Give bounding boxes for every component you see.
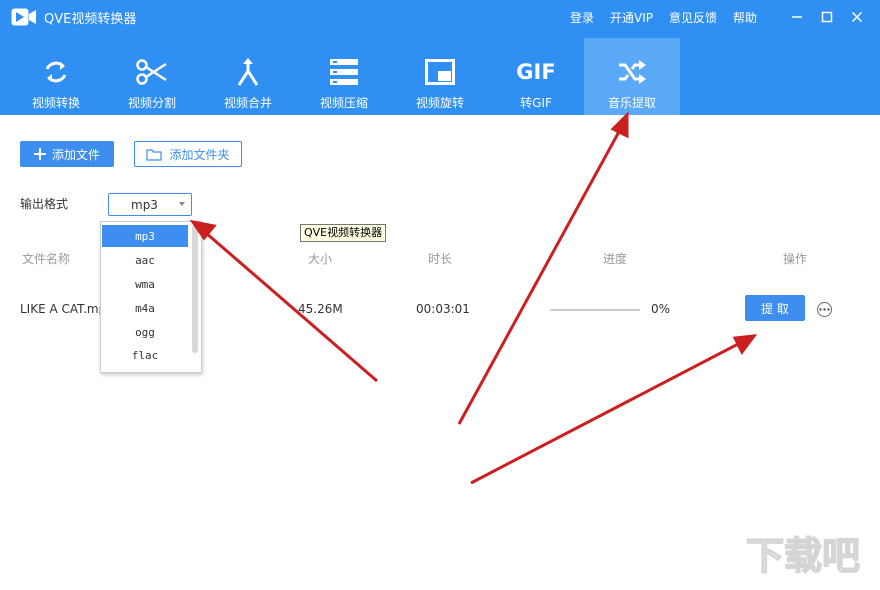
tooltip: QVE视频转换器 <box>300 224 387 242</box>
app-logo-icon <box>11 8 36 26</box>
tab-to-gif[interactable]: GIF 转GIF <box>488 38 584 115</box>
plus-icon <box>33 148 46 160</box>
shuffle-icon <box>619 60 646 84</box>
tab-label: 视频分割 <box>127 96 176 110</box>
add-file-label: 添加文件 <box>51 147 100 162</box>
tab-label: 视频压缩 <box>319 96 368 110</box>
tab-label: 视频转换 <box>31 96 80 110</box>
minimize-button[interactable] <box>782 6 812 28</box>
top-links: 登录 开通VIP 意见反馈 帮助 <box>570 9 773 26</box>
more-options-button[interactable] <box>817 302 832 317</box>
close-button[interactable] <box>842 6 872 28</box>
add-folder-button[interactable]: 添加文件夹 <box>134 141 242 167</box>
column-header-size: 大小 <box>308 252 333 266</box>
tab-video-compress[interactable]: 视频压缩 <box>296 38 392 115</box>
feedback-link[interactable]: 意见反馈 <box>669 9 717 26</box>
format-option-ogg[interactable]: ogg <box>102 321 188 343</box>
output-format-select[interactable]: mp3 <box>108 193 192 216</box>
help-link[interactable]: 帮助 <box>733 9 757 26</box>
format-option-mp3[interactable]: mp3 <box>102 225 188 247</box>
scissors-icon <box>136 59 167 85</box>
format-dropdown-list: mp3 aac wma m4a ogg flac <box>100 221 202 373</box>
window-controls <box>782 6 872 28</box>
maximize-icon <box>821 11 833 23</box>
file-name: LIKE A CAT.mp <box>20 302 107 316</box>
chevron-down-icon <box>179 202 185 206</box>
tab-video-rotate[interactable]: 视频旋转 <box>392 38 488 115</box>
more-icon <box>819 308 830 311</box>
column-header-action: 操作 <box>783 252 808 266</box>
vip-link[interactable]: 开通VIP <box>610 9 653 26</box>
title-bar: QVE视频转换器 登录 开通VIP 意见反馈 帮助 <box>0 0 880 34</box>
tab-label: 视频合并 <box>223 96 272 110</box>
maximize-button[interactable] <box>812 6 842 28</box>
add-folder-label: 添加文件夹 <box>169 147 230 162</box>
annotation-arrow <box>457 111 629 425</box>
tab-video-merge[interactable]: 视频合并 <box>200 38 296 115</box>
annotation-arrow <box>470 334 758 485</box>
tab-video-split[interactable]: 视频分割 <box>104 38 200 115</box>
svg-text:下载吧: 下载吧 <box>746 534 860 578</box>
output-format-label: 输出格式 <box>20 197 69 211</box>
compress-icon <box>330 59 358 85</box>
rotate-icon <box>425 59 455 85</box>
feature-tabs: 视频转换 视频分割 视频合并 视频压缩 视频旋转 GIF 转GIF 音乐提取 <box>8 38 680 115</box>
tab-label: 视频旋转 <box>415 96 464 110</box>
close-icon <box>851 11 863 23</box>
column-header-duration: 时长 <box>428 252 453 266</box>
tab-label: 转GIF <box>520 96 552 110</box>
column-header-name: 文件名称 <box>22 252 71 266</box>
tab-video-convert[interactable]: 视频转换 <box>8 38 104 115</box>
tab-label: 音乐提取 <box>607 96 656 110</box>
format-option-flac[interactable]: flac <box>102 344 188 366</box>
format-selected-value: mp3 <box>131 198 158 212</box>
gif-icon: GIF <box>516 60 556 84</box>
format-option-aac[interactable]: aac <box>102 249 188 271</box>
tab-music-extract[interactable]: 音乐提取 <box>584 38 680 115</box>
app-title: QVE视频转换器 <box>44 12 137 27</box>
file-duration: 00:03:01 <box>416 302 470 316</box>
progress-percent: 0% <box>651 302 671 316</box>
format-option-m4a[interactable]: m4a <box>102 297 188 319</box>
dropdown-scrollbar[interactable] <box>192 225 198 353</box>
format-option-wma[interactable]: wma <box>102 273 188 295</box>
column-header-progress: 进度 <box>603 252 628 266</box>
merge-icon <box>237 58 259 86</box>
minimize-icon <box>792 16 802 18</box>
file-size: 45.26M <box>298 302 343 316</box>
annotation-arrow <box>189 219 378 383</box>
watermark-logo: 下载吧 <box>745 533 861 579</box>
convert-icon <box>45 61 67 83</box>
add-file-button[interactable]: 添加文件 <box>20 141 114 167</box>
login-link[interactable]: 登录 <box>570 9 594 26</box>
progress-bar <box>550 309 640 311</box>
folder-icon <box>146 148 163 161</box>
extract-button[interactable]: 提 取 <box>745 295 805 321</box>
app-header: QVE视频转换器 登录 开通VIP 意见反馈 帮助 视频转换 视频分割 视频合并… <box>0 0 880 115</box>
